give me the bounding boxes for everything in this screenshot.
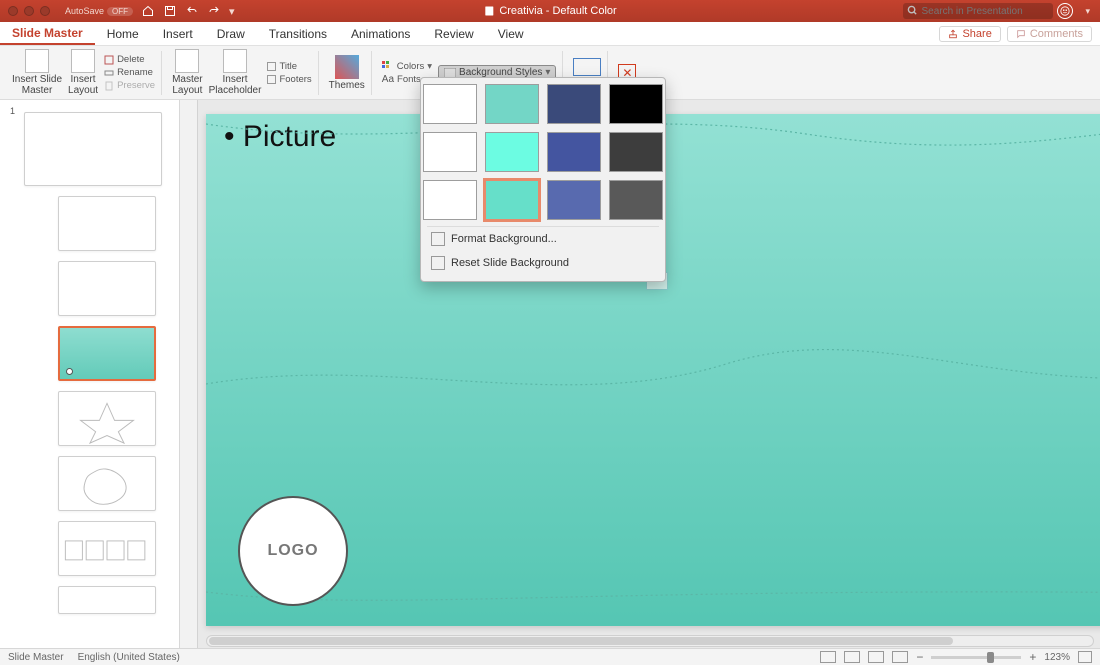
delete-icon: [104, 55, 114, 65]
window-controls[interactable]: [8, 6, 50, 16]
bg-swatch-selected[interactable]: [485, 180, 539, 220]
thumb-layout-2[interactable]: [58, 261, 156, 316]
master-number: 1: [10, 106, 15, 116]
rename-icon: [104, 68, 114, 78]
colors-icon: [382, 61, 394, 71]
qat-chevron-icon[interactable]: ▾: [229, 5, 235, 18]
blob-shape-icon: [59, 457, 155, 510]
minimize-window-icon[interactable]: [24, 6, 34, 16]
user-chevron-icon[interactable]: ▾: [1085, 6, 1090, 17]
bg-swatch[interactable]: [423, 84, 477, 124]
zoom-out-button[interactable]: −: [916, 650, 923, 664]
view-reading-button[interactable]: [868, 651, 884, 663]
status-mode: Slide Master: [8, 652, 64, 663]
thumb-layout-3[interactable]: [58, 326, 156, 381]
vertical-ruler: [180, 100, 198, 648]
thumb-layout-5[interactable]: [58, 456, 156, 511]
title-checkbox[interactable]: Title: [267, 61, 311, 72]
zoom-slider[interactable]: [931, 656, 1021, 659]
bg-swatch[interactable]: [485, 132, 539, 172]
bg-swatch[interactable]: [547, 132, 601, 172]
fit-to-window-button[interactable]: [1078, 651, 1092, 663]
insert-layout-button[interactable]: Insert Layout: [68, 49, 98, 96]
bg-swatch[interactable]: [547, 84, 601, 124]
grid-shape-icon: [59, 522, 155, 575]
delete-button[interactable]: Delete: [104, 54, 155, 65]
zoom-level[interactable]: 123%: [1044, 652, 1070, 663]
user-account-icon[interactable]: [1057, 3, 1073, 19]
tab-insert[interactable]: Insert: [151, 22, 205, 45]
footers-checkbox[interactable]: Footers: [267, 74, 311, 85]
view-slideshow-button[interactable]: [892, 651, 908, 663]
thumb-layout-4[interactable]: [58, 391, 156, 446]
bg-swatch[interactable]: [547, 180, 601, 220]
slide-thumbnail-panel[interactable]: 1: [0, 100, 180, 648]
hscroll-thumb[interactable]: [209, 637, 953, 645]
close-window-icon[interactable]: [8, 6, 18, 16]
insert-slide-master-button[interactable]: Insert Slide Master: [12, 49, 62, 96]
status-bar: Slide Master English (United States) − +…: [0, 648, 1100, 665]
reset-slide-background-item[interactable]: Reset Slide Background: [427, 251, 659, 275]
thumb-layout-6[interactable]: [58, 521, 156, 576]
bg-swatch[interactable]: [423, 132, 477, 172]
redo-icon[interactable]: [207, 4, 221, 18]
background-styles-panel: Format Background... Reset Slide Backgro…: [420, 77, 666, 282]
tab-animations[interactable]: Animations: [339, 22, 422, 45]
thumb-master[interactable]: [24, 112, 162, 186]
bg-swatch[interactable]: [609, 132, 663, 172]
bg-swatch[interactable]: [609, 84, 663, 124]
autosave-label: AutoSave: [65, 6, 104, 16]
tab-draw[interactable]: Draw: [205, 22, 257, 45]
colors-dropdown[interactable]: Colors▾: [382, 61, 432, 72]
horizontal-scrollbar[interactable]: [206, 635, 1094, 647]
bg-swatch[interactable]: [423, 180, 477, 220]
undo-icon[interactable]: [185, 4, 199, 18]
tab-review[interactable]: Review: [422, 22, 485, 45]
autosave-state: OFF: [107, 7, 133, 16]
bg-swatch[interactable]: [609, 180, 663, 220]
status-language[interactable]: English (United States): [78, 652, 180, 663]
ribbon-tabs: Slide Master Home Insert Draw Transition…: [0, 22, 1100, 46]
share-button[interactable]: Share: [939, 26, 1000, 42]
insert-placeholder-button[interactable]: Insert Placeholder: [209, 49, 262, 96]
document-title: Creativia - Default Color: [483, 5, 616, 17]
logo-placeholder[interactable]: LOGO: [238, 496, 348, 606]
view-normal-button[interactable]: [820, 651, 836, 663]
background-swatch-grid: [427, 84, 659, 220]
tab-slide-master[interactable]: Slide Master: [0, 22, 95, 45]
tab-home[interactable]: Home: [95, 22, 151, 45]
reset-bg-icon: [431, 256, 445, 270]
format-bg-icon: [431, 232, 445, 246]
preserve-button[interactable]: Preserve: [104, 80, 155, 91]
bg-swatch[interactable]: [485, 84, 539, 124]
save-icon[interactable]: [163, 4, 177, 18]
fonts-icon: Aa: [382, 74, 394, 85]
rename-button[interactable]: Rename: [104, 67, 155, 78]
thumb-layout-1[interactable]: [58, 196, 156, 251]
zoom-slider-thumb[interactable]: [987, 652, 994, 663]
tab-transitions[interactable]: Transitions: [257, 22, 339, 45]
home-icon[interactable]: [141, 4, 155, 18]
thumb-layout-7[interactable]: [58, 586, 156, 614]
view-sorter-button[interactable]: [844, 651, 860, 663]
search-input[interactable]: [903, 3, 1053, 19]
doc-icon: [483, 5, 495, 17]
preserve-icon: [104, 81, 114, 91]
comment-icon: [1016, 29, 1026, 39]
presentation-search[interactable]: [903, 3, 1053, 19]
zoom-window-icon[interactable]: [40, 6, 50, 16]
comments-button[interactable]: Comments: [1007, 26, 1092, 42]
autosave-toggle[interactable]: AutoSave OFF: [65, 6, 133, 16]
master-layout-button[interactable]: Master Layout: [172, 49, 203, 96]
tab-view[interactable]: View: [486, 22, 536, 45]
star-shape-icon: [59, 392, 155, 445]
background-icon: [444, 68, 456, 78]
title-bar: AutoSave OFF ▾ Creativia - Default Color…: [0, 0, 1100, 22]
share-icon: [948, 29, 958, 39]
format-background-item[interactable]: Format Background...: [427, 226, 659, 251]
themes-button[interactable]: Themes: [329, 55, 365, 91]
zoom-in-button[interactable]: +: [1029, 650, 1036, 664]
